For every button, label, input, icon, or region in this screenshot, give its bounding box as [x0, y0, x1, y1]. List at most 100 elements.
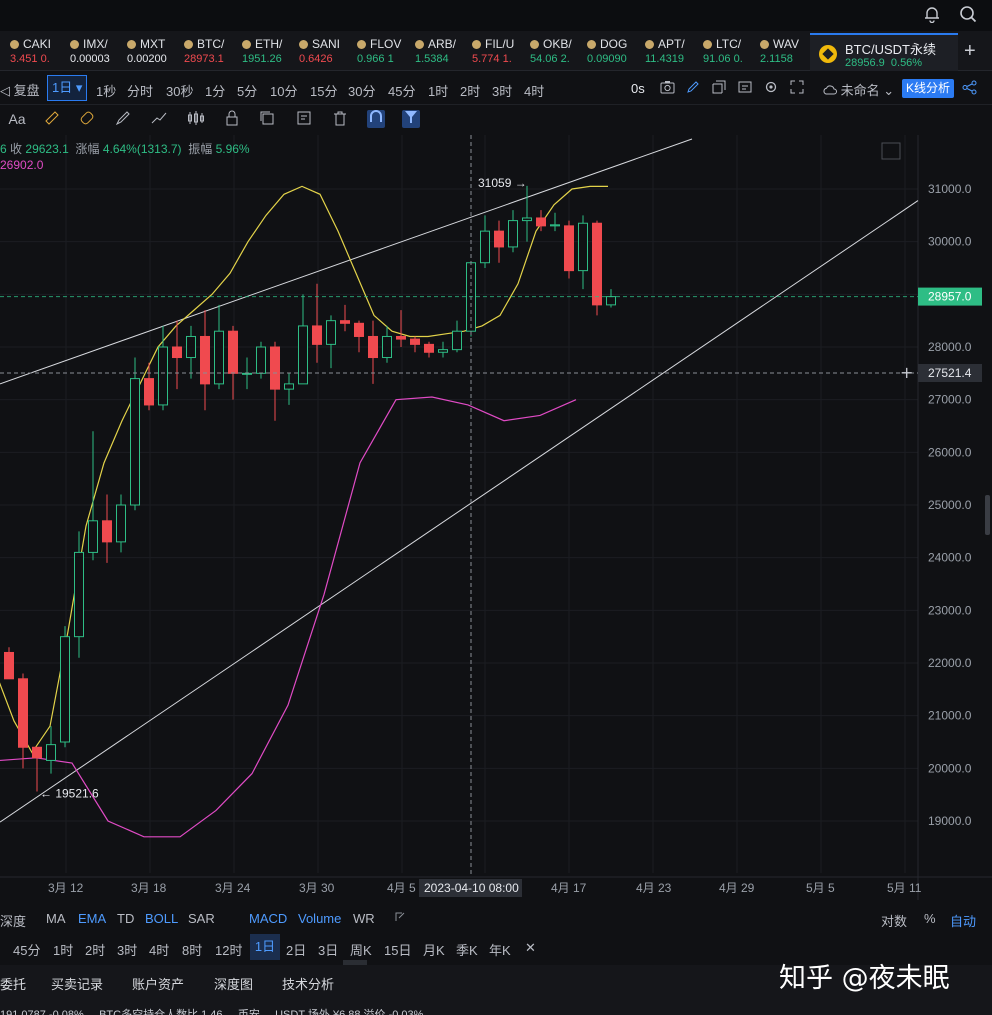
brush-icon[interactable] — [114, 110, 132, 128]
interval-option[interactable]: 1分 — [205, 81, 225, 100]
period-option-active[interactable]: 1日 — [250, 934, 280, 960]
ticker-item[interactable]: ARB/1.5384 — [415, 31, 475, 71]
ticker-item[interactable]: OKB/54.06 2. — [530, 31, 590, 71]
share-icon[interactable] — [962, 80, 977, 98]
active-symbol-tab[interactable]: BTC/USDT永续 28956.9 0.56% — [810, 33, 958, 71]
period-option[interactable]: 2日 — [286, 940, 306, 959]
text-tool-icon[interactable]: Aa — [6, 110, 28, 128]
period-option[interactable]: 4时 — [149, 940, 169, 959]
ticker-symbol: FIL/U — [485, 37, 515, 51]
interval-option[interactable]: 分时 — [127, 81, 153, 100]
candle-body-down — [410, 338, 420, 345]
period-option[interactable]: 12时 — [215, 940, 242, 959]
period-option[interactable]: 周K — [350, 940, 372, 959]
edit-note-icon[interactable] — [295, 110, 313, 128]
ruler-icon[interactable] — [43, 110, 61, 128]
period-option[interactable]: 季K — [456, 940, 478, 959]
settings-icon[interactable] — [764, 80, 778, 97]
period-option[interactable]: 45分 — [13, 940, 40, 959]
low-price-annotation: ← 19521.6 — [40, 787, 99, 801]
period-option[interactable]: 年K — [489, 940, 511, 959]
trend-line-icon[interactable] — [150, 110, 168, 128]
period-option[interactable]: 15日 — [384, 940, 411, 959]
bottom-tab[interactable]: 委托 — [0, 974, 26, 993]
depth-toggle[interactable]: 深度 — [0, 911, 26, 930]
interval-selector[interactable]: 1日 ▾ — [47, 75, 87, 101]
fullscreen-icon[interactable] — [790, 80, 804, 97]
candle-body-up — [480, 230, 490, 264]
ticker-item[interactable]: LTC/91.06 0. — [703, 31, 763, 71]
ticker-item[interactable]: BTC/28973.1 — [184, 31, 244, 71]
interval-option[interactable]: 3时 — [492, 81, 512, 100]
indicator-wr[interactable]: WR — [353, 911, 375, 926]
lock-icon[interactable] — [223, 110, 241, 128]
ticker-item[interactable]: SANI 0.6426 — [299, 31, 359, 71]
ticker-item[interactable]: MXT 0.00200 — [127, 31, 187, 71]
add-tab-button[interactable]: + — [964, 40, 976, 63]
template-icon[interactable] — [738, 80, 752, 97]
candle-tool-icon[interactable] — [187, 110, 205, 128]
pen-icon[interactable] — [686, 80, 700, 97]
ticker-item[interactable]: FLOV 0.966 1 — [357, 31, 417, 71]
camera-icon[interactable] — [660, 80, 675, 97]
bottom-tab[interactable]: 技术分析 — [282, 974, 334, 993]
close-periods-icon[interactable]: ✕ — [525, 940, 536, 956]
bottom-tab[interactable]: 深度图 — [214, 974, 253, 993]
layout-selector[interactable]: 未命名 ⌄ — [823, 80, 894, 99]
auto-scale-toggle[interactable]: 自动 — [950, 911, 976, 930]
coin-icon — [587, 40, 596, 49]
indicator-boll[interactable]: BOLL — [145, 911, 178, 926]
log-scale-toggle[interactable]: 对数 — [881, 911, 907, 930]
interval-option[interactable]: 5分 — [237, 81, 257, 100]
interval-option[interactable]: 4时 — [524, 81, 544, 100]
y-tick-label: 27000.0 — [928, 393, 972, 407]
interval-option[interactable]: 1秒 — [96, 81, 116, 100]
period-option[interactable]: 月K — [423, 940, 445, 959]
ticker-item[interactable]: CAKI 3.451 0. — [10, 31, 70, 71]
delete-icon[interactable] — [331, 110, 349, 128]
measure-icon[interactable] — [78, 110, 96, 128]
bell-icon[interactable] — [922, 5, 942, 25]
indicator-td[interactable]: TD — [117, 911, 134, 926]
candlestick-chart[interactable]: 19000.0 20000.0 21000.0 22000.0 23000.0 24000… — [0, 135, 992, 900]
interval-option[interactable]: 45分 — [388, 81, 415, 100]
indicator-ema[interactable]: EMA — [78, 911, 106, 926]
magnet-icon[interactable] — [367, 110, 385, 128]
ticker-item[interactable]: ETH/1951.26 — [242, 31, 302, 71]
candle-body-down — [32, 746, 42, 759]
indicator-macd[interactable]: MACD — [249, 911, 287, 926]
ohlc-legend: 6 收 29623.1 涨幅 4.64%(1313.7) 振幅 5.96% — [0, 142, 250, 156]
bottom-tab[interactable]: 账户资产 — [132, 974, 184, 993]
period-option[interactable]: 3时 — [117, 940, 137, 959]
interval-option[interactable]: 15分 — [310, 81, 337, 100]
ticker-item[interactable]: FIL/U 5.774 1. — [472, 31, 532, 71]
candle-body-up — [298, 325, 308, 385]
replay-button[interactable]: ◁ 复盘 — [0, 80, 40, 99]
indicator-ma[interactable]: MA — [46, 911, 66, 926]
ticker-item[interactable]: DOG 0.09090 — [587, 31, 647, 71]
kline-analysis-button[interactable]: K线分析 — [902, 79, 954, 98]
period-option[interactable]: 1时 — [53, 940, 73, 959]
period-option[interactable]: 8时 — [182, 940, 202, 959]
scrollbar[interactable] — [985, 495, 990, 535]
interval-option[interactable]: 2时 — [460, 81, 480, 100]
ticker-item[interactable]: APT/11.4319 — [645, 31, 705, 71]
interval-option[interactable]: 30分 — [348, 81, 375, 100]
indicator-settings-icon[interactable] — [394, 911, 406, 926]
share-chart-icon[interactable] — [712, 80, 726, 97]
copy-icon[interactable] — [258, 110, 276, 128]
interval-option[interactable]: 10分 — [270, 81, 297, 100]
ticker-symbol: ARB/ — [428, 37, 457, 51]
period-option[interactable]: 2时 — [85, 940, 105, 959]
bottom-tab[interactable]: 买卖记录 — [51, 974, 103, 993]
interval-option[interactable]: 30秒 — [166, 81, 193, 100]
candle-body-down — [172, 346, 182, 359]
indicator-sar[interactable]: SAR — [188, 911, 215, 926]
percent-scale-toggle[interactable]: % — [924, 911, 936, 926]
ticker-item[interactable]: IMX/0.00003 — [70, 31, 130, 71]
search-icon[interactable] — [958, 5, 978, 25]
interval-option[interactable]: 1时 — [428, 81, 448, 100]
period-option[interactable]: 3日 — [318, 940, 338, 959]
filter-icon[interactable] — [402, 110, 420, 128]
indicator-volume[interactable]: Volume — [298, 911, 341, 926]
